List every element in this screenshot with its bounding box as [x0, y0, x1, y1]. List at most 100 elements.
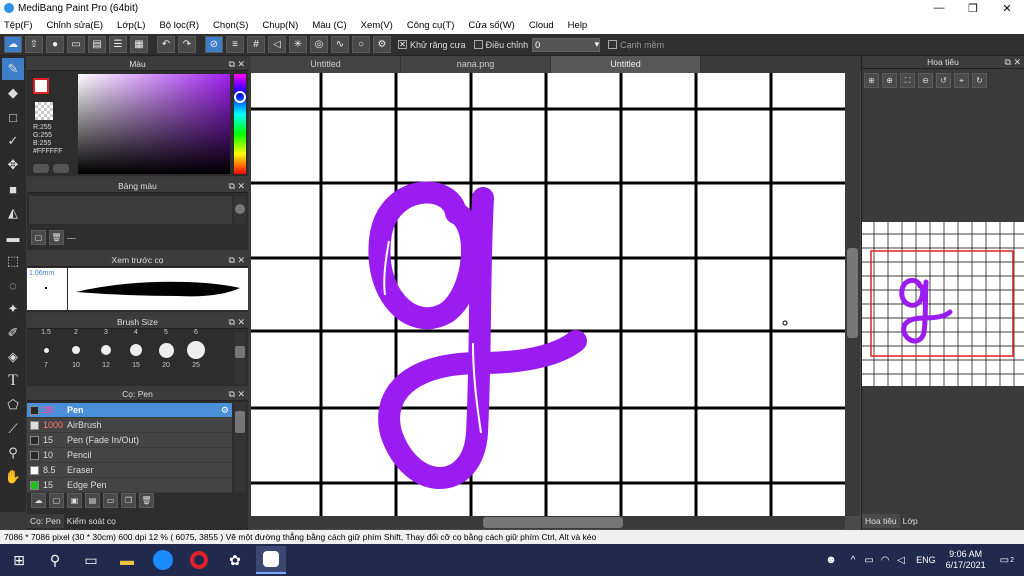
grid-icon[interactable]: ▦ [130, 36, 148, 53]
edge-checkbox[interactable] [608, 40, 618, 49]
paint-app-icon[interactable]: ✿ [220, 546, 250, 574]
document-icon[interactable]: ▤ [88, 36, 106, 53]
menu-edit[interactable]: Chỉnh sửa(E) [47, 20, 104, 31]
lasso-tool-icon[interactable]: ◌ [2, 274, 24, 296]
menu-help[interactable]: Help [568, 20, 588, 31]
people-icon[interactable]: ☻ [822, 546, 840, 574]
brush-size-preset[interactable] [121, 340, 151, 360]
saturation-value-picker[interactable] [78, 74, 230, 174]
brush-size-preset[interactable] [91, 340, 121, 360]
brush-item-edge-pen[interactable]: 15 Edge Pen [27, 478, 232, 493]
volume-icon[interactable]: ◁ [894, 546, 908, 574]
brush-size-preset[interactable] [151, 340, 181, 360]
cloud-icon[interactable]: ☁ [4, 36, 22, 53]
fit-icon[interactable]: ⛶ [900, 73, 915, 88]
duplicate-icon[interactable]: ❐ [121, 493, 136, 508]
zalo-icon[interactable] [148, 546, 178, 574]
brush-size-preset[interactable] [181, 340, 211, 360]
divide-tool-icon[interactable]: ⟋ [2, 418, 24, 440]
color-swap-button[interactable] [53, 164, 69, 173]
tab-brush[interactable]: Cọ: Pen [27, 514, 64, 528]
panel-controls[interactable]: ⧉ ✕ [229, 388, 245, 401]
select-pen-tool-icon[interactable]: ✐ [2, 322, 24, 344]
windows-start-icon[interactable]: ⊞ [4, 546, 34, 574]
tab-untitled-1[interactable]: Untitled [251, 56, 401, 73]
menu-snap[interactable]: Chụp(N) [262, 20, 298, 31]
reset-view-icon[interactable]: ⌖ [954, 73, 969, 88]
brush-size-scrollbar[interactable] [234, 332, 246, 384]
hand-tool-icon[interactable]: ✋ [2, 466, 24, 488]
clock[interactable]: 9:06 AM 6/17/2021 [946, 549, 986, 571]
palette-swatch-area[interactable] [29, 196, 232, 224]
antialias-checkbox[interactable]: ✕ [398, 40, 407, 49]
magic-wand-tool-icon[interactable]: ✦ [2, 298, 24, 320]
battery-icon[interactable]: ▭ [862, 546, 876, 574]
zoom-out-icon[interactable]: ⊖ [918, 73, 933, 88]
navigator-thumbnail[interactable] [862, 222, 1024, 386]
parallel-snap-icon[interactable]: ≡ [226, 36, 244, 53]
rotate-right-icon[interactable]: ↻ [972, 73, 987, 88]
comment-icon[interactable]: ● [46, 36, 64, 53]
canvas-vertical-scrollbar[interactable] [845, 73, 860, 516]
brush-size-preset[interactable] [61, 340, 91, 360]
gear-icon[interactable]: ⚙ [221, 405, 229, 416]
opera-icon[interactable] [184, 546, 214, 574]
tab-nana[interactable]: nana.png [401, 56, 551, 73]
tab-untitled-2[interactable]: Untitled [551, 56, 701, 73]
vanish-snap-icon[interactable]: ◁ [268, 36, 286, 53]
brush-item-pen[interactable]: 25 Pen ⚙ [27, 403, 232, 418]
chat-icon[interactable]: ▭ [67, 36, 85, 53]
brush-item-pen-fade[interactable]: 15 Pen (Fade In/Out) [27, 433, 232, 448]
zoom-in-alt-icon[interactable]: ⊕ [882, 73, 897, 88]
hue-slider-handle[interactable] [234, 91, 246, 103]
rotate-left-icon[interactable]: ↺ [936, 73, 951, 88]
panel-controls[interactable]: ⧉ ✕ [229, 180, 245, 193]
select-eraser-tool-icon[interactable]: ◈ [2, 346, 24, 368]
tab-brush-control[interactable]: Kiểm soát cọ [64, 514, 119, 528]
bucket-tool-icon[interactable]: ◭ [2, 202, 24, 224]
curve-snap-icon[interactable]: ∿ [331, 36, 349, 53]
menu-cloud[interactable]: Cloud [529, 20, 554, 31]
foreground-color-swatch[interactable] [33, 78, 49, 94]
pen-tool-icon[interactable]: ✓ [2, 130, 24, 152]
restore-button[interactable]: ❐ [956, 2, 990, 15]
minimize-button[interactable]: — [922, 2, 956, 14]
list-icon[interactable]: ☰ [109, 36, 127, 53]
gradient-tool-icon[interactable]: ▬ [2, 226, 24, 248]
drawing-canvas[interactable] [251, 73, 845, 516]
menu-filter[interactable]: Bộ lọc(R) [159, 20, 199, 31]
settings-icon[interactable]: ⚙ [373, 36, 391, 53]
panel-controls[interactable]: ⧉ ✕ [1005, 56, 1021, 69]
file-explorer-icon[interactable]: ▬ [112, 546, 142, 574]
panel-controls[interactable]: ⧉ ✕ [229, 58, 245, 71]
upload-icon[interactable]: ☁ [31, 493, 46, 508]
notification-center[interactable]: ▭ 2 [1000, 555, 1014, 566]
panel-controls[interactable]: ⧉ ✕ [229, 254, 245, 267]
undo-icon[interactable]: ↶ [157, 36, 175, 53]
folder-icon[interactable]: ▭ [103, 493, 118, 508]
snap-off-icon[interactable]: ⊘ [205, 36, 223, 53]
menu-file[interactable]: Tệp(F) [4, 20, 33, 31]
language-indicator[interactable]: ENG [916, 555, 936, 565]
background-color-swatch[interactable] [35, 102, 53, 120]
brush-size-preset[interactable] [31, 340, 61, 360]
copy-brush-icon[interactable]: ▤ [85, 493, 100, 508]
brush-item-eraser[interactable]: 8.5 Eraser [27, 463, 232, 478]
medibang-app-icon[interactable] [256, 546, 286, 574]
eyedropper-tool-icon[interactable]: ⚲ [2, 442, 24, 464]
menu-select[interactable]: Chọn(S) [213, 20, 248, 31]
text-tool-icon[interactable]: T [2, 370, 24, 392]
radial-snap-icon[interactable]: ✳ [289, 36, 307, 53]
canvas-horizontal-scrollbar[interactable] [251, 516, 845, 529]
share-icon[interactable]: ⇧ [25, 36, 43, 53]
menu-color[interactable]: Màu (C) [312, 20, 346, 31]
add-brush-icon[interactable]: ▣ [67, 493, 82, 508]
delete-brush-icon[interactable]: 🗑 [139, 493, 154, 508]
adjust-select[interactable]: 0 ▾ [532, 37, 601, 52]
hue-slider[interactable] [234, 74, 246, 174]
menu-window[interactable]: Cửa số(W) [468, 20, 514, 31]
menu-tools[interactable]: Công cụ(T) [407, 20, 455, 31]
brush-item-airbrush[interactable]: 1000 AirBrush [27, 418, 232, 433]
adjust-checkbox[interactable] [473, 40, 483, 49]
new-brush-icon[interactable]: ▢ [49, 493, 64, 508]
